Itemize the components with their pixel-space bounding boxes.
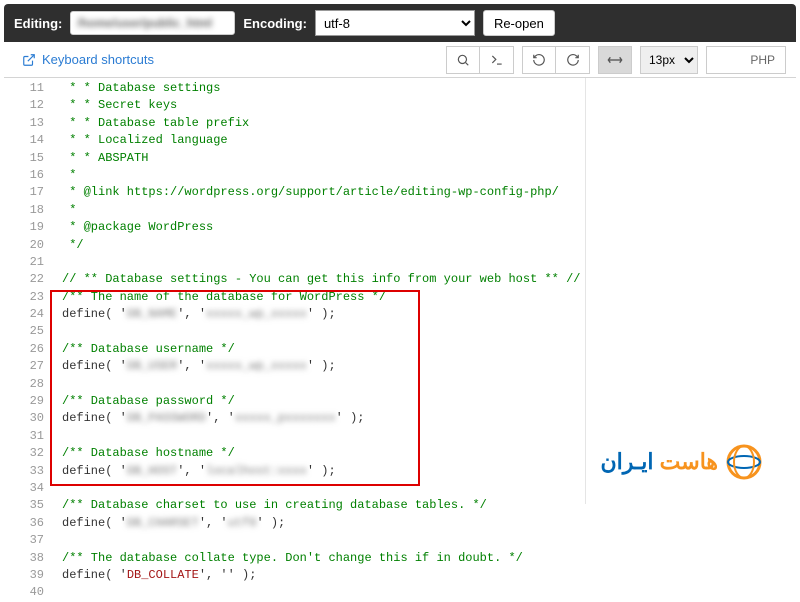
watermark-logo: هاست ایـران <box>600 442 764 482</box>
line-number: 17 <box>4 184 44 201</box>
line-number: 30 <box>4 410 44 427</box>
line-number: 29 <box>4 393 44 410</box>
line-number: 19 <box>4 219 44 236</box>
line-number: 27 <box>4 358 44 375</box>
code-line[interactable]: define( 'DB_USER', 'xxxxx_wp_xxxxx' ); <box>62 358 585 375</box>
code-line[interactable]: /** Database password */ <box>62 393 585 410</box>
editing-label: Editing: <box>14 16 62 31</box>
line-number: 16 <box>4 167 44 184</box>
line-number: 25 <box>4 323 44 340</box>
code-line[interactable]: /** The name of the database for WordPre… <box>62 289 585 306</box>
line-number: 18 <box>4 202 44 219</box>
editor-header: Editing: /home/user/public_html Encoding… <box>4 4 796 42</box>
code-line[interactable]: /** Database username */ <box>62 341 585 358</box>
reopen-button[interactable]: Re-open <box>483 10 555 36</box>
code-line[interactable]: define( 'DB_NAME', 'xxxxx_wp_xxxxx' ); <box>62 306 585 323</box>
line-number-gutter: 1112131415161718192021222324252627282930… <box>4 78 54 504</box>
line-number: 13 <box>4 115 44 132</box>
code-line[interactable] <box>62 376 585 393</box>
terminal-button[interactable] <box>480 46 514 74</box>
code-line[interactable]: define( 'DB_CHARSET', 'utf8' ); <box>62 515 585 532</box>
code-line[interactable]: * * Database settings <box>62 80 585 97</box>
line-number: 11 <box>4 80 44 97</box>
line-number: 15 <box>4 150 44 167</box>
code-line[interactable]: /** The database collate type. Don't cha… <box>62 550 585 567</box>
line-number: 38 <box>4 550 44 567</box>
code-line[interactable]: * * Database table prefix <box>62 115 585 132</box>
external-link-icon <box>22 53 36 67</box>
code-line[interactable]: define( 'DB_COLLATE', '' ); <box>62 567 585 584</box>
code-line[interactable]: * * ABSPATH <box>62 150 585 167</box>
globe-swirl-icon <box>724 442 764 482</box>
file-path-value: /home/user/public_html <box>77 16 212 30</box>
line-number: 22 <box>4 271 44 288</box>
line-number: 24 <box>4 306 44 323</box>
line-number: 40 <box>4 584 44 601</box>
redo-button[interactable] <box>556 46 590 74</box>
code-line[interactable]: */ <box>62 237 585 254</box>
terminal-icon <box>490 53 504 67</box>
code-line[interactable]: * @package WordPress <box>62 219 585 236</box>
search-icon <box>456 53 470 67</box>
line-number: 39 <box>4 567 44 584</box>
code-line[interactable] <box>62 584 585 601</box>
file-path-field[interactable]: /home/user/public_html <box>70 11 235 35</box>
code-line[interactable]: * * Secret keys <box>62 97 585 114</box>
code-line[interactable]: /** Database charset to use in creating … <box>62 497 585 514</box>
code-line[interactable]: * * Localized language <box>62 132 585 149</box>
code-line[interactable] <box>62 480 585 497</box>
line-number: 35 <box>4 497 44 514</box>
line-number: 23 <box>4 289 44 306</box>
code-line[interactable]: /** Database hostname */ <box>62 445 585 462</box>
line-number: 14 <box>4 132 44 149</box>
line-number: 37 <box>4 532 44 549</box>
code-line[interactable]: define( 'DB_HOST', 'localhost:xxxx' ); <box>62 463 585 480</box>
undo-icon <box>532 53 546 67</box>
encoding-label: Encoding: <box>243 16 307 31</box>
code-line[interactable]: define( 'DB_PASSWORD', 'xxxxx_pxxxxxxx' … <box>62 410 585 427</box>
code-line[interactable] <box>62 323 585 340</box>
code-line[interactable] <box>62 254 585 271</box>
redo-icon <box>566 53 580 67</box>
line-number: 34 <box>4 480 44 497</box>
line-number: 26 <box>4 341 44 358</box>
line-number: 31 <box>4 428 44 445</box>
search-button[interactable] <box>446 46 480 74</box>
encoding-select[interactable]: utf-8 <box>315 10 475 36</box>
language-indicator[interactable]: PHP <box>706 46 786 74</box>
line-number: 21 <box>4 254 44 271</box>
wrap-icon <box>607 55 623 65</box>
line-number: 36 <box>4 515 44 532</box>
code-line[interactable]: * @link https://wordpress.org/support/ar… <box>62 184 585 201</box>
line-number: 33 <box>4 463 44 480</box>
code-line[interactable]: * <box>62 202 585 219</box>
wrap-toggle-button[interactable] <box>598 46 632 74</box>
right-tool-group: 13px PHP <box>446 46 786 74</box>
code-line[interactable]: // ** Database settings - You can get th… <box>62 271 585 288</box>
code-line[interactable]: * <box>62 167 585 184</box>
line-number: 12 <box>4 97 44 114</box>
keyboard-shortcuts-link[interactable]: Keyboard shortcuts <box>22 52 154 67</box>
line-number: 28 <box>4 376 44 393</box>
undo-button[interactable] <box>522 46 556 74</box>
line-number: 20 <box>4 237 44 254</box>
font-size-select[interactable]: 13px <box>640 46 698 74</box>
code-line[interactable] <box>62 532 585 549</box>
line-number: 32 <box>4 445 44 462</box>
code-editor[interactable]: 1112131415161718192021222324252627282930… <box>4 78 796 504</box>
code-area[interactable]: * * Database settings * * Secret keys * … <box>54 78 586 504</box>
editor-toolbar: Keyboard shortcuts 13px PHP <box>4 42 796 78</box>
code-line[interactable] <box>62 428 585 445</box>
